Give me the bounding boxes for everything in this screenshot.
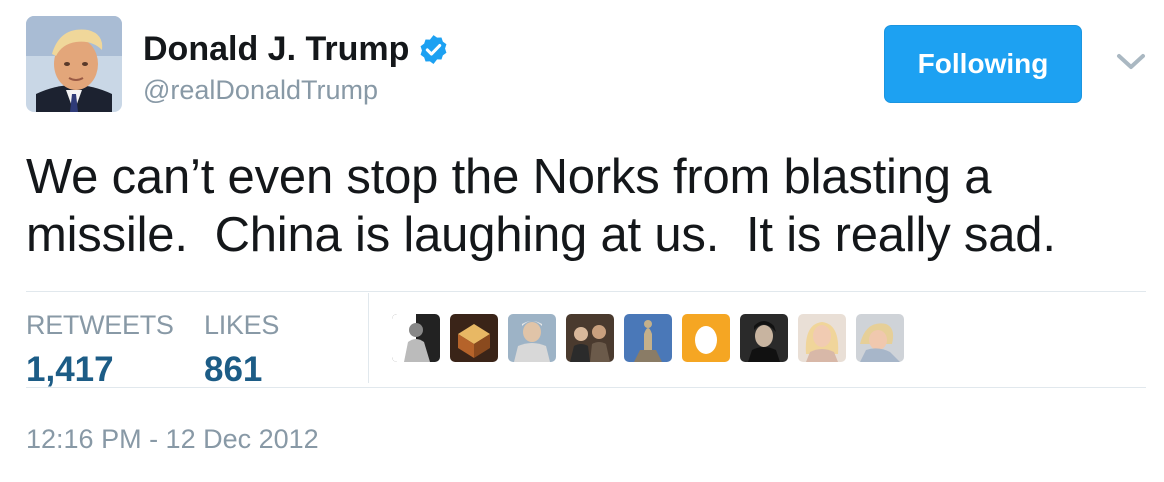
retweets-count[interactable]: 1,417 (26, 350, 114, 390)
likes-count[interactable]: 861 (204, 350, 262, 390)
verified-badge-icon (417, 33, 450, 66)
author-avatar-image (26, 16, 122, 112)
tweet-timestamp[interactable]: 12:16 PM - 12 Dec 2012 (26, 424, 319, 455)
stats-top-divider (26, 291, 1146, 292)
tweet-text: We can’t even stop the Norks from blasti… (26, 150, 1056, 262)
author-name-row[interactable]: Donald J. Trump (143, 30, 450, 69)
author-display-name[interactable]: Donald J. Trump (143, 30, 409, 69)
author-handle[interactable]: @realDonaldTrump (143, 75, 378, 106)
stats-bottom-divider (26, 387, 1146, 388)
liker-avatar[interactable] (740, 314, 788, 362)
liker-avatar[interactable] (566, 314, 614, 362)
default-egg-avatar-icon[interactable] (682, 314, 730, 362)
following-button[interactable]: Following (884, 25, 1082, 103)
liker-avatar[interactable] (508, 314, 556, 362)
liker-avatar[interactable] (624, 314, 672, 362)
retweets-label[interactable]: RETWEETS (26, 310, 174, 341)
liker-avatars (392, 314, 904, 362)
likes-label[interactable]: LIKES (204, 310, 279, 341)
chevron-down-icon[interactable] (1116, 52, 1146, 72)
stats-separator (368, 293, 369, 383)
author-avatar[interactable] (26, 16, 122, 112)
liker-avatar[interactable] (392, 314, 440, 362)
liker-avatar[interactable] (450, 314, 498, 362)
liker-avatar[interactable] (798, 314, 846, 362)
liker-avatar[interactable] (856, 314, 904, 362)
